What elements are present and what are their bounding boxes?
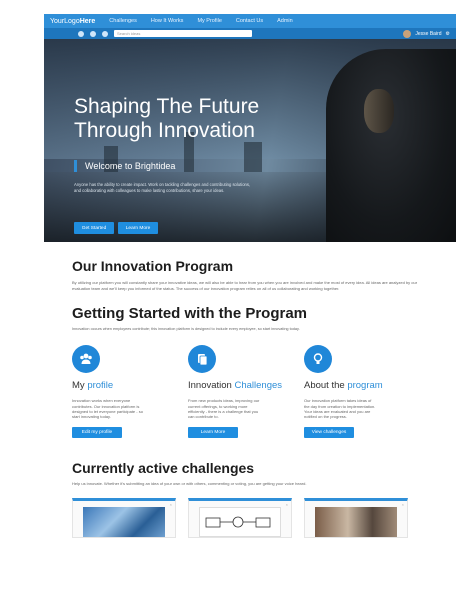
welcome-text: Welcome to Brightidea [74, 160, 175, 172]
active-challenges-description: Help us innovate. Whether it's submittin… [72, 480, 307, 486]
nav-link-challenges[interactable]: Challenges [109, 18, 137, 24]
learn-more-button[interactable]: Learn More [118, 222, 158, 234]
diagram-icon [205, 516, 271, 528]
nav-link-admin[interactable]: Admin [277, 18, 293, 24]
home-icon[interactable] [102, 30, 108, 37]
get-started-button[interactable]: Get Started [74, 222, 114, 234]
feature-description: From new products ideas, improving our c… [188, 398, 260, 420]
feature-description: Innovation works when everyone contribut… [72, 398, 143, 420]
challenge-image [199, 506, 281, 537]
close-icon[interactable]: × [286, 502, 288, 507]
feature-title: About the program [304, 380, 383, 392]
close-icon[interactable]: × [170, 502, 172, 507]
search-input[interactable]: Search ideas [114, 30, 252, 37]
edit-profile-button[interactable]: Edit my profile [72, 426, 122, 438]
top-navigation: YourLogoHere Challenges How It Works My … [44, 14, 456, 28]
challenge-card[interactable]: × [304, 497, 408, 538]
avatar [403, 29, 412, 38]
view-challenges-button[interactable]: View challenges [304, 426, 354, 438]
user-menu[interactable]: Jesse Baird ⚙ [403, 29, 450, 38]
hero-person-image [326, 49, 456, 242]
feature-my-profile: My profile Innovation works when everyon… [72, 345, 188, 438]
active-challenges-heading: Currently active challenges [72, 459, 255, 476]
challenge-image [83, 506, 165, 537]
gear-icon[interactable]: ⚙ [446, 31, 450, 37]
nav-link-how-it-works[interactable]: How It Works [151, 18, 184, 24]
main-content: Our Innovation Program By utilizing our … [44, 258, 456, 538]
program-description: By utilizing our platform you will const… [72, 280, 418, 291]
page: YourLogoHere Challenges How It Works My … [44, 14, 456, 602]
hero-title: Shaping The Future Through Innovation [74, 95, 260, 142]
logo[interactable]: YourLogoHere [50, 18, 95, 25]
notifications-icon[interactable] [90, 30, 96, 37]
feature-title: Innovation Challenges [188, 380, 283, 392]
challenge-cards: × × × [72, 497, 428, 538]
getting-started-heading: Getting Started with the Program [72, 305, 308, 323]
feature-about-program: About the program Our innovation platfor… [304, 345, 420, 438]
challenge-card[interactable]: × [188, 497, 292, 538]
feature-description: Our innovation platform takes ideas of t… [304, 398, 376, 420]
secondary-toolbar: Search ideas Jesse Baird ⚙ [44, 28, 456, 39]
challenge-image [315, 506, 397, 537]
feature-title: My profile [72, 380, 114, 392]
settings-icon[interactable] [78, 30, 84, 37]
learn-more-challenges-button[interactable]: Learn More [188, 426, 238, 438]
close-icon[interactable]: × [402, 502, 404, 507]
nav-link-contact-us[interactable]: Contact Us [236, 18, 263, 24]
hero-banner: Shaping The Future Through Innovation We… [44, 39, 456, 242]
people-icon [72, 345, 100, 374]
getting-started-description: Innovation occurs when employees contrib… [72, 327, 300, 332]
lightbulb-icon [304, 345, 332, 374]
feature-columns: My profile Innovation works when everyon… [72, 345, 428, 438]
program-heading: Our Innovation Program [72, 258, 234, 274]
document-icon [188, 345, 216, 374]
challenge-card[interactable]: × [72, 497, 176, 538]
nav-link-my-profile[interactable]: My Profile [197, 18, 221, 24]
user-name: Jesse Baird [415, 30, 442, 37]
feature-innovation-challenges: Innovation Challenges From new products … [188, 345, 304, 438]
hero-description: Anyone has the ability to create impact.… [74, 182, 251, 193]
